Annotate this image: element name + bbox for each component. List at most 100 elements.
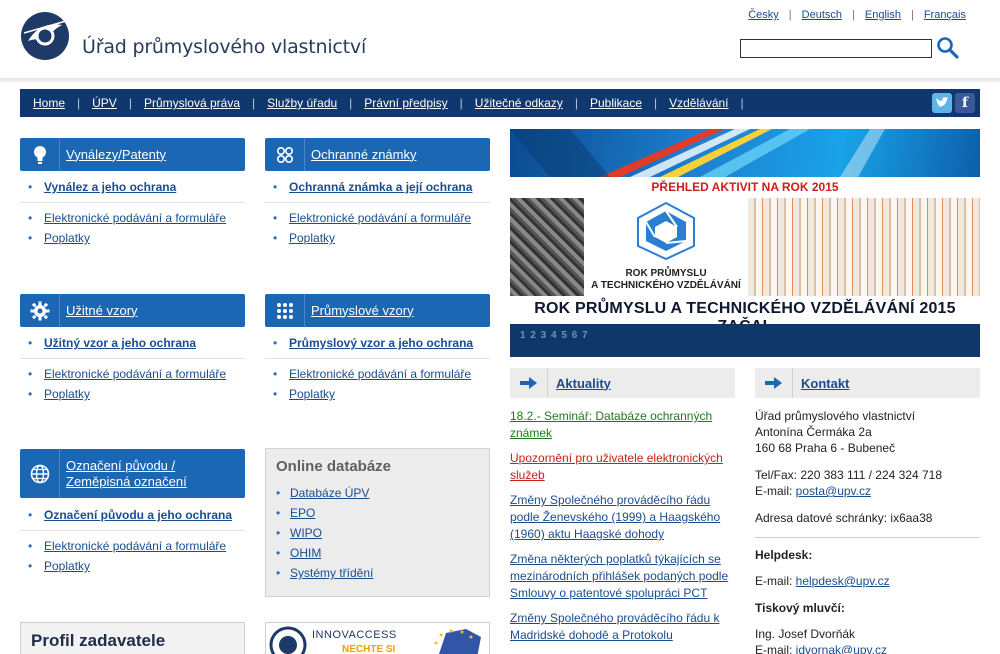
section-utility-header[interactable]: Užitné vzory [20, 294, 245, 327]
list-item: Poplatky [265, 231, 490, 245]
news-header[interactable]: Aktuality [510, 368, 735, 398]
contracting-profile-box[interactable]: Profil zadavatele [20, 622, 245, 654]
list-item: EPO [266, 506, 373, 526]
list-item: Systémy třídění [266, 566, 373, 586]
utility-e-filing-link[interactable]: Elektronické podávání a formuláře [44, 367, 226, 381]
section-origin-header[interactable]: Označení původu / Zeměpisná označení [20, 449, 245, 498]
contact-address: Úřad průmyslového vlastnictví Antonína Č… [755, 408, 980, 456]
lang-german[interactable]: Deutsch [802, 9, 842, 21]
nav-upv[interactable]: ÚPV [92, 96, 117, 110]
db-epo-link[interactable]: EPO [290, 506, 315, 520]
db-upv-link[interactable]: Databáze ÚPV [290, 486, 369, 500]
db-ohim-link[interactable]: OHIM [290, 546, 321, 560]
designs-e-filing-link[interactable]: Elektronické podávání a formuláře [289, 367, 471, 381]
arrow-right-icon [755, 368, 793, 398]
banner-logo-caption-line2: A TECHNICKÉHO VZDĚLÁVÁNÍ [591, 280, 741, 291]
lang-french[interactable]: Français [924, 9, 966, 21]
section-designs-header[interactable]: Průmyslové vzory [265, 294, 490, 327]
contracting-profile-title: Profil zadavatele [31, 631, 166, 650]
utility-main-link[interactable]: Užitný vzor a jeho ochrana [44, 336, 196, 350]
list-item: 18.2.- Seminář: Databáze ochranných znám… [510, 408, 735, 442]
contact-helpdesk: Helpdesk: E-mail: helpdesk@upv.cz [755, 547, 980, 589]
list-item: Průmyslový vzor a jeho ochrana [265, 336, 490, 359]
section-trademarks-header[interactable]: Ochranné známky [265, 138, 490, 171]
contact-street: Antonína Čermáka 2a [755, 425, 872, 439]
section-designs-title: Průmyslové vzory [311, 302, 414, 318]
designs-main-link[interactable]: Průmyslový vzor a jeho ochrana [289, 336, 473, 350]
trademarks-main-link[interactable]: Ochranná známka a její ochrana [289, 180, 472, 194]
list-item: Elektronické podávání a formuláře [20, 211, 245, 225]
news-item-1[interactable]: 18.2.- Seminář: Databáze ochranných znám… [510, 409, 712, 440]
banner-top-graphic [510, 129, 980, 177]
section-origin-title-line2: Zeměpisná označení [66, 473, 187, 489]
main-nav: Home | ÚPV | Průmyslová práva | Služby úřad… [20, 89, 980, 117]
news-item-4[interactable]: Změna některých poplatků týkajících se m… [510, 552, 728, 600]
press-email-label: E-mail: [755, 643, 796, 654]
search-icon[interactable] [936, 36, 960, 60]
banner-pager[interactable]: 1 2 3 4 5 6 7 [510, 324, 980, 357]
db-wipo-link[interactable]: WIPO [290, 526, 322, 540]
designs-fees-link[interactable]: Poplatky [289, 387, 335, 401]
db-classification-link[interactable]: Systémy třídění [290, 566, 373, 580]
innovaccess-banner[interactable]: INNOVACCESS NECHTE SI [265, 622, 490, 654]
section-origin-title-line1: Označení původu / [66, 457, 176, 473]
helpdesk-email-link[interactable]: helpdesk@upv.cz [796, 574, 890, 588]
patents-main-link[interactable]: Vynález a jeho ochrana [44, 180, 176, 194]
lang-english[interactable]: English [865, 9, 901, 21]
search-input[interactable] [740, 39, 932, 58]
section-patents-header[interactable]: Vynálezy/Patenty [20, 138, 245, 171]
news-item-5[interactable]: Změny Společného prováděcího řádu k Madr… [510, 611, 719, 642]
nav-industrial-rights[interactable]: Průmyslová práva [144, 96, 240, 110]
nav-home[interactable]: Home [33, 96, 65, 110]
contact-phone-email: Tel/Fax: 220 383 111 / 224 324 718 E-mai… [755, 467, 980, 499]
list-item: Upozornění pro uživatele elektronických … [510, 450, 735, 484]
nav-publications[interactable]: Publikace [590, 96, 642, 110]
helpdesk-email-label: E-mail: [755, 574, 796, 588]
origin-fees-link[interactable]: Poplatky [44, 559, 90, 573]
utility-fees-link[interactable]: Poplatky [44, 387, 90, 401]
banner-red-heading: PŘEHLED AKTIVIT NA ROK 2015 [651, 180, 839, 194]
online-databases-list: Databáze ÚPV EPO WIPO OHIM Systémy třídě… [266, 486, 373, 586]
globe-icon [20, 449, 60, 498]
news-list: 18.2.- Seminář: Databáze ochranných znám… [510, 408, 735, 652]
press-email-link[interactable]: jdvornak@upv.cz [796, 643, 887, 654]
year-of-industry-logo-icon [637, 201, 695, 261]
hero-banner[interactable]: PŘEHLED AKTIVIT NA ROK 2015 ROK PRŮMYSLU… [510, 129, 980, 357]
trademarks-e-filing-link[interactable]: Elektronické podávání a formuláře [289, 211, 471, 225]
banner-logo-caption-line1: ROK PRŮMYSLU [625, 268, 707, 279]
news-item-2[interactable]: Upozornění pro uživatele elektronických … [510, 451, 723, 482]
nav-education[interactable]: Vzdělávání [669, 96, 728, 110]
trademarks-fees-link[interactable]: Poplatky [289, 231, 335, 245]
banner-stripes-graphic [510, 129, 885, 177]
section-origin-links: Označení původu a jeho ochrana Elektroni… [20, 508, 245, 573]
list-item: Poplatky [20, 231, 245, 245]
section-utility-title: Užitné vzory [66, 302, 138, 318]
gear-icon [20, 294, 60, 327]
contact-org: Úřad průmyslového vlastnictví [755, 409, 916, 423]
patents-fees-link[interactable]: Poplatky [44, 231, 90, 245]
banner-right-image [748, 198, 980, 296]
list-item: Poplatky [265, 387, 490, 401]
facebook-icon[interactable]: f [955, 93, 975, 113]
twitter-icon[interactable] [932, 93, 952, 113]
list-item: Elektronické podávání a formuláře [265, 211, 490, 225]
origin-main-link[interactable]: Označení původu a jeho ochrana [44, 508, 232, 522]
list-item: OHIM [266, 546, 373, 566]
patents-e-filing-link[interactable]: Elektronické podávání a formuláře [44, 211, 226, 225]
contact-title: Kontakt [801, 375, 850, 391]
site-title: Úřad průmyslového vlastnictví [82, 36, 367, 58]
helpdesk-label: Helpdesk: [755, 548, 813, 562]
lang-czech[interactable]: Česky [748, 9, 779, 21]
language-switcher: Česky | Deutsch | English | Français [748, 9, 966, 21]
nav-legal-regulations[interactable]: Právní předpisy [364, 96, 447, 110]
origin-e-filing-link[interactable]: Elektronické podávání a formuláře [44, 539, 226, 553]
nav-useful-links[interactable]: Užitečné odkazy [475, 96, 563, 110]
contact-telfax: Tel/Fax: 220 383 111 / 224 324 718 [755, 468, 943, 482]
upv-logo[interactable] [20, 11, 70, 61]
online-databases-box: Online databáze Databáze ÚPV EPO WIPO OH… [265, 448, 490, 597]
nav-office-services[interactable]: Služby úřadu [267, 96, 337, 110]
contact-email-link[interactable]: posta@upv.cz [796, 484, 871, 498]
contact-header[interactable]: Kontakt [755, 368, 980, 398]
news-item-3[interactable]: Změny Společného prováděcího řádu podle … [510, 493, 720, 541]
contact-press: Tiskový mluvčí: Ing. Josef Dvorňák E-mai… [755, 600, 980, 654]
